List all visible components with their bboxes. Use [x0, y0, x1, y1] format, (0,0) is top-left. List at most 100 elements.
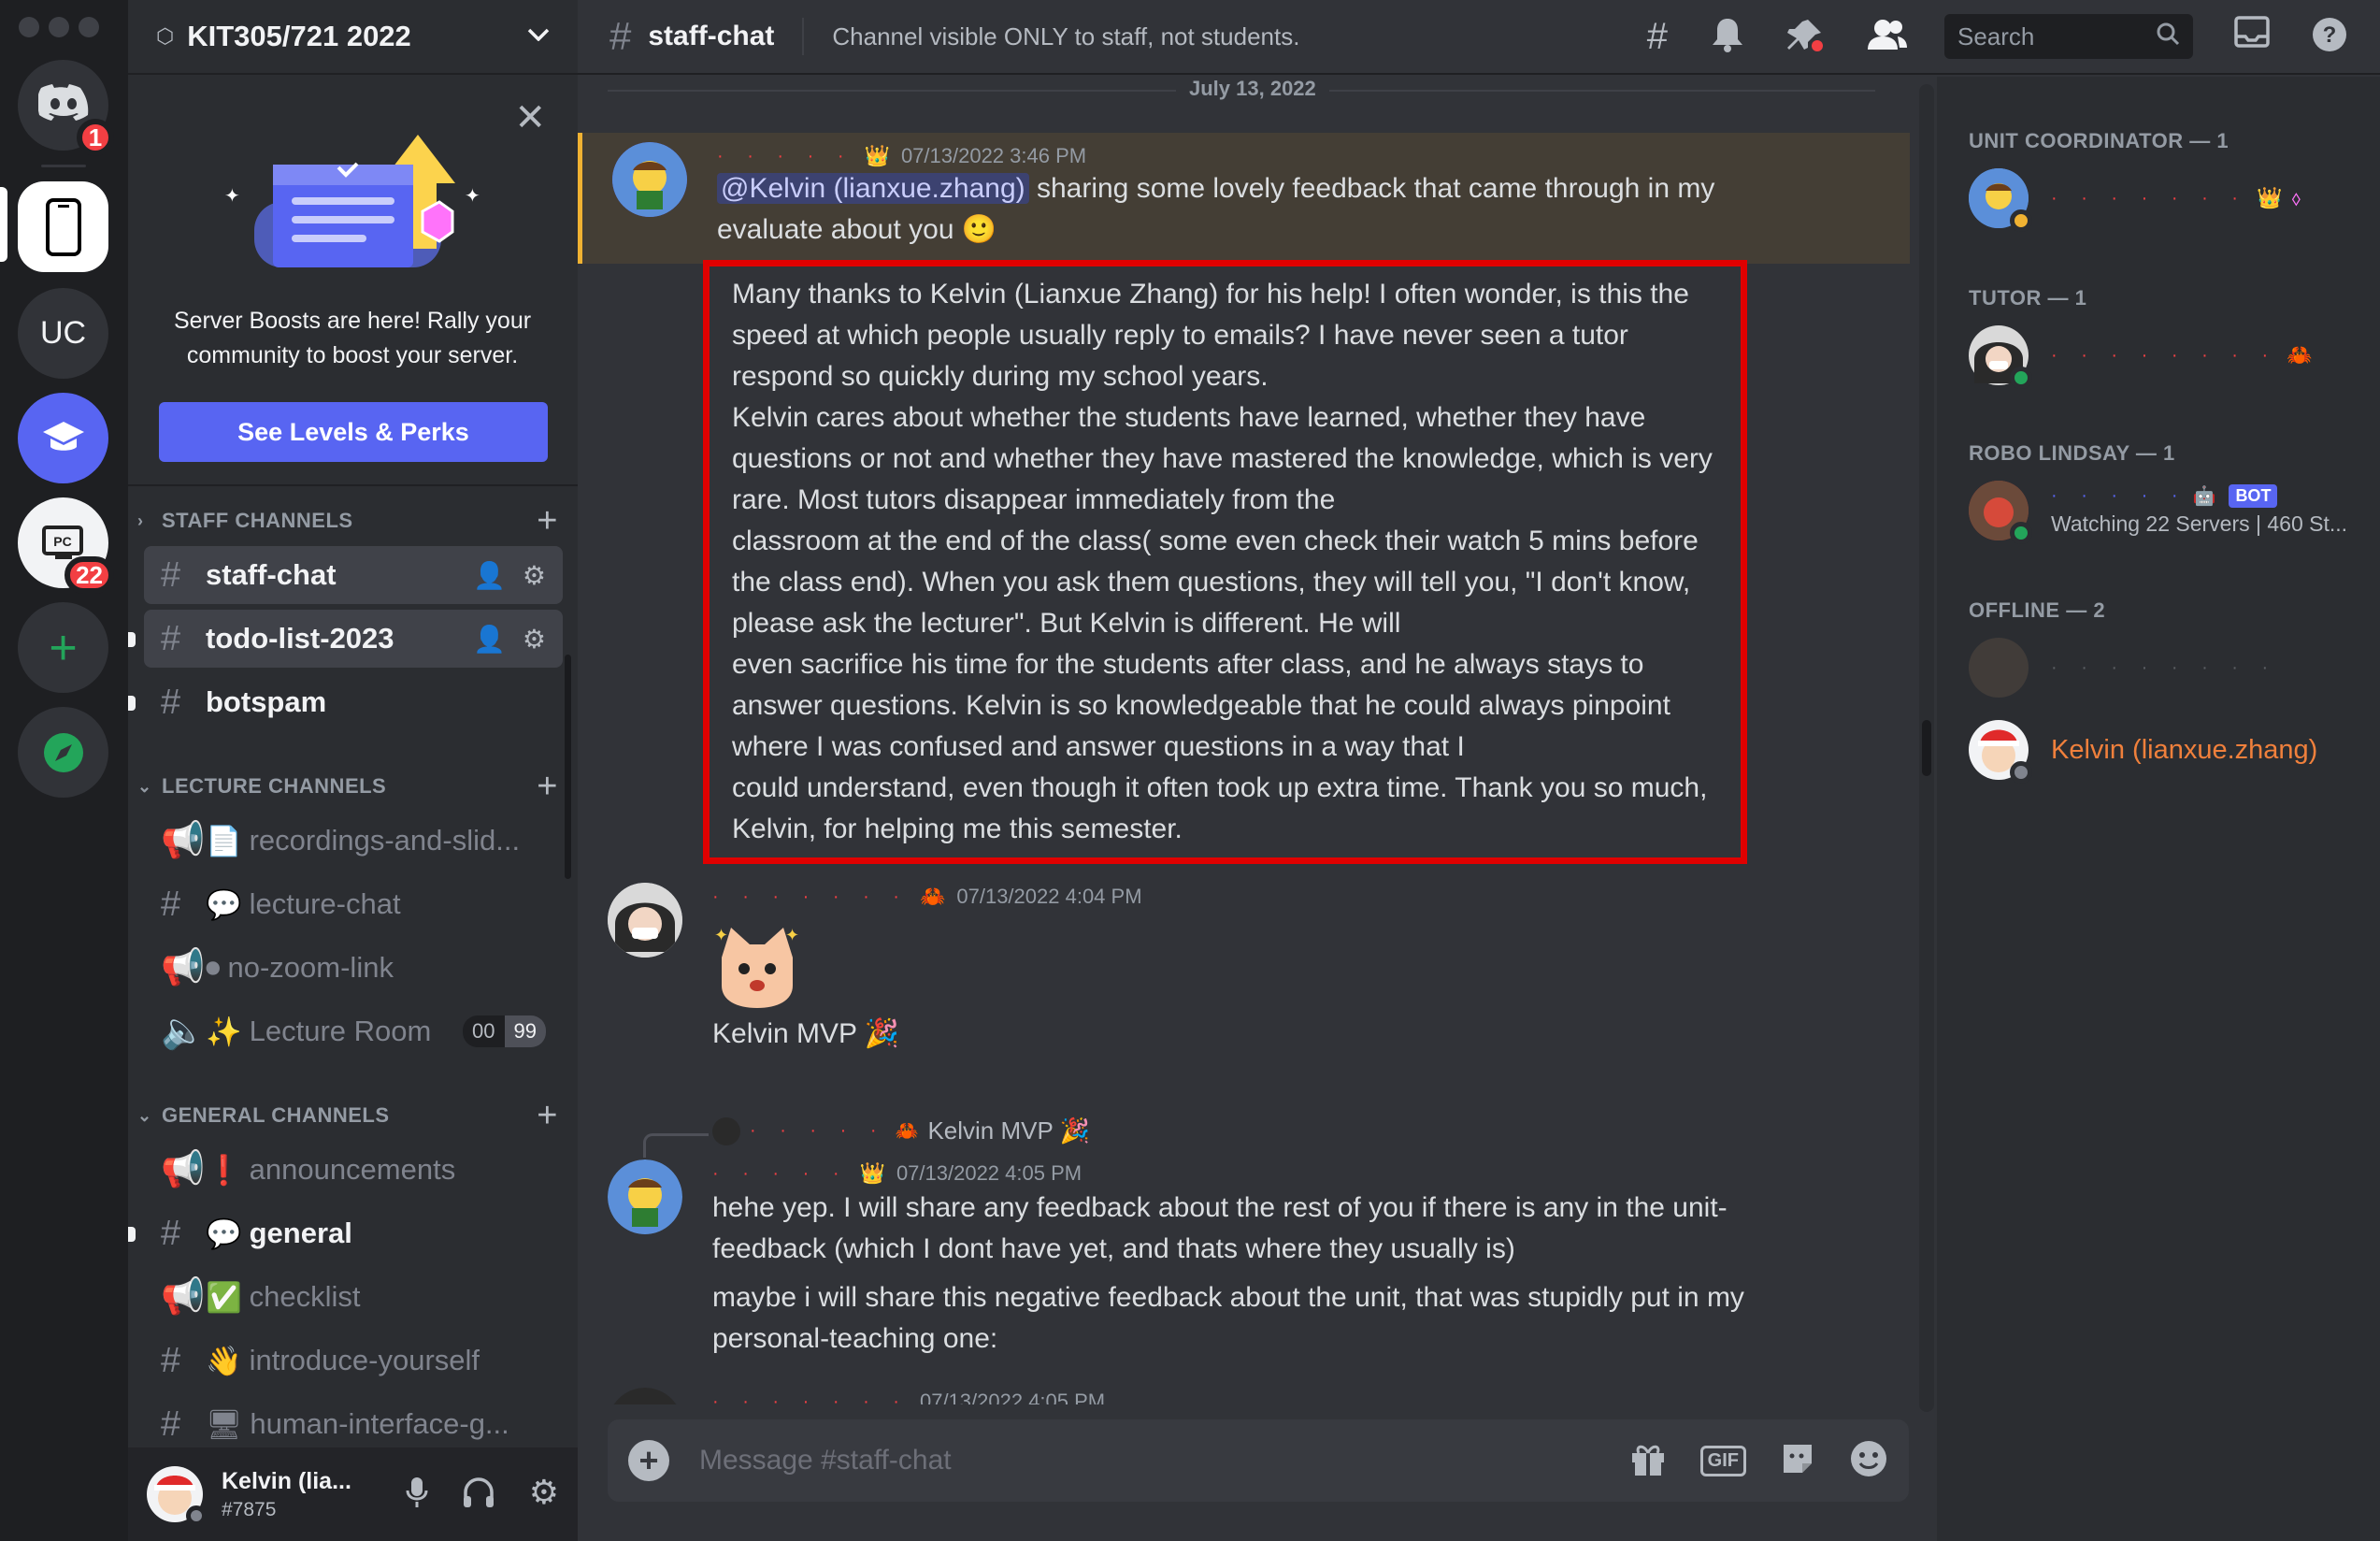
search-icon — [2156, 22, 2180, 52]
inbox-icon[interactable] — [2234, 15, 2270, 58]
avatar[interactable] — [608, 1159, 682, 1234]
close-icon[interactable]: ✕ — [514, 99, 546, 137]
notification-bell-icon[interactable] — [1711, 17, 1744, 57]
explore-servers-button[interactable] — [18, 707, 108, 798]
avatar[interactable] — [608, 883, 682, 958]
redacted-username: · · · · · · · — [712, 886, 909, 907]
message-composer[interactable]: + Message #staff-chat GIF — [608, 1419, 1909, 1502]
channel-human-interface[interactable]: # 🖥 human-interface-g... — [144, 1395, 563, 1453]
message-reply[interactable]: · · · · · 🦀 Kelvin MVP 🎉 · · · · · 👑 07/… — [578, 1096, 1910, 1404]
server-header[interactable]: ⬡ KIT305/721 2022 — [128, 0, 578, 75]
create-channel-plus-icon[interactable]: + — [537, 767, 558, 807]
crab-icon: 🦀 — [2287, 343, 2313, 367]
avatar[interactable] — [608, 1388, 682, 1404]
channel-botspam[interactable]: # botspam — [144, 673, 563, 731]
threads-icon[interactable]: # — [1647, 16, 1668, 58]
channel-topic[interactable]: Channel visible ONLY to staff, not stude… — [832, 22, 1646, 51]
create-channel-plus-icon[interactable]: + — [537, 1096, 558, 1136]
scrollbar-thumb[interactable] — [1922, 720, 1931, 776]
sidebar-scrollbar[interactable] — [565, 655, 571, 879]
boost-illustration: ✦ ✦ — [224, 135, 480, 267]
channel-staff-chat[interactable]: # staff-chat 👤 ⚙ — [144, 546, 563, 604]
message-mention[interactable]: · · · · · 👑 07/13/2022 3:46 PM @Kelvin (… — [578, 133, 1910, 264]
help-icon[interactable]: ? — [2311, 16, 2348, 58]
invite-member-icon[interactable]: 👤 — [473, 624, 506, 655]
redacted-username: · · · · · — [2051, 485, 2187, 506]
member-offline[interactable]: · · · · · · · · — [1969, 630, 2361, 705]
channel-lecture-chat[interactable]: # 💬 lecture-chat — [144, 875, 563, 933]
invite-member-icon[interactable]: 👤 — [473, 560, 506, 591]
direct-messages-button[interactable]: 1 — [18, 60, 114, 156]
settings-gear-icon[interactable]: ⚙ — [529, 1475, 559, 1514]
crab-icon: 🦀 — [919, 885, 946, 908]
window-zoom-dot[interactable] — [79, 17, 99, 37]
channel-sidebar: ⬡ KIT305/721 2022 ✕ ✦ ✦ Server Boosts ar… — [128, 0, 578, 1541]
status-idle-indicator — [2010, 209, 2032, 232]
search-input[interactable]: Search — [1944, 14, 2193, 59]
speech-bubble-icon: 💬 — [206, 1217, 242, 1250]
redacted-username: · · · · · — [750, 1120, 886, 1141]
channel-announcements[interactable]: 📢 ❗ announcements — [144, 1141, 563, 1199]
member-robo-lindsay-bot[interactable]: · · · · · 🤖 BOT Watching 22 Servers | 46… — [1969, 473, 2361, 548]
crown-icon: 👑 — [864, 144, 890, 167]
member-list-icon[interactable] — [1868, 18, 1907, 56]
pinned-messages-icon[interactable] — [1787, 16, 1825, 58]
channel-recordings-and-slides[interactable]: 📢 📄 recordings-and-slid... — [144, 812, 563, 870]
channel-no-zoom-link[interactable]: 📢 ⏺ no-zoom-link — [144, 939, 563, 997]
server-uc-icon[interactable]: UC — [18, 288, 108, 379]
avatar — [1969, 481, 2032, 544]
gift-icon[interactable] — [1629, 1440, 1667, 1482]
message-input-placeholder[interactable]: Message #staff-chat — [699, 1445, 1629, 1476]
reply-preview[interactable]: · · · · · 🦀 Kelvin MVP 🎉 — [712, 1116, 1090, 1145]
channel-label: introduce-yourself — [249, 1344, 480, 1376]
see-levels-perks-button[interactable]: See Levels & Perks — [159, 402, 548, 462]
member-tutor[interactable]: · · · · · · · · 🦀 — [1969, 318, 2361, 393]
create-channel-plus-icon[interactable]: + — [537, 501, 558, 541]
svg-text:✦: ✦ — [714, 926, 728, 945]
redacted-username: · · · · · · · — [712, 1390, 909, 1405]
channel-general[interactable]: # 💬 general — [144, 1204, 563, 1262]
avatar[interactable] — [147, 1466, 207, 1526]
computer-icon: 🖥 — [206, 1407, 243, 1441]
message-list[interactable]: July 13, 2022 · · · · · 👑 07/13/2022 3:4… — [578, 77, 1910, 1404]
attach-plus-button[interactable]: + — [628, 1440, 669, 1481]
emoji-picker-icon[interactable] — [1849, 1439, 1888, 1483]
window-close-dot[interactable] — [19, 17, 39, 37]
message-scrollbar[interactable] — [1919, 84, 1934, 1412]
channel-todo-list-2023[interactable]: # todo-list-2023 👤 ⚙ — [144, 610, 563, 668]
discord-logo-icon — [36, 84, 89, 126]
channel-label: todo-list-2023 — [206, 622, 394, 655]
sticker-icon[interactable] — [1780, 1441, 1815, 1481]
server-student-hub-icon[interactable] — [18, 393, 108, 483]
member-kelvin[interactable]: Kelvin (lianxue.zhang) — [1969, 713, 2361, 787]
member-unit-coordinator[interactable]: · · · · · · · 👑 ⬨ — [1969, 161, 2361, 236]
window-minimize-dot[interactable] — [49, 17, 69, 37]
category-lecture-channels[interactable]: ⌄ LECTURE CHANNELS + — [137, 767, 558, 807]
chevron-down-icon — [527, 28, 550, 46]
category-staff-channels[interactable]: › STAFF CHANNELS + — [137, 501, 558, 541]
message[interactable]: · · · · · · · 07/13/2022 4:05 PM — [578, 1384, 1910, 1404]
add-server-button[interactable]: + — [18, 602, 108, 693]
message[interactable]: · · · · · · · 🦀 07/13/2022 4:04 PM ✦ ✦ Ke… — [578, 873, 1910, 1098]
text-channel-hash-icon: # — [161, 682, 181, 722]
svg-text:PC: PC — [53, 534, 71, 549]
gear-icon[interactable]: ⚙ — [523, 624, 546, 655]
headphones-icon[interactable] — [462, 1476, 495, 1514]
robot-icon: 🤖 — [2192, 486, 2216, 507]
announcement-megaphone-icon: 📢 — [161, 821, 206, 860]
speech-bubble-icon: 💬 — [206, 887, 242, 921]
voice-channel-lecture-room[interactable]: 🔈 ✨ Lecture Room 00 99 — [144, 1002, 563, 1060]
category-general-channels[interactable]: ⌄ GENERAL CHANNELS + — [137, 1096, 558, 1136]
server-kit305-icon[interactable] — [18, 181, 108, 272]
gear-icon[interactable]: ⚙ — [523, 560, 546, 591]
member-group-tutor: TUTOR — 1 — [1969, 286, 2087, 310]
gif-button[interactable]: GIF — [1699, 1445, 1746, 1476]
server-progr-club-icon[interactable]: PC 22 — [18, 497, 114, 594]
redacted-username: · · · · · · · — [2051, 187, 2247, 209]
user-mention[interactable]: @Kelvin (lianxue.zhang) — [717, 173, 1029, 204]
microphone-icon[interactable] — [406, 1476, 428, 1514]
channel-introduce-yourself[interactable]: # 👋 introduce-yourself — [144, 1332, 563, 1390]
avatar[interactable] — [612, 142, 687, 217]
channel-checklist[interactable]: 📢 ✅ checklist — [144, 1268, 563, 1326]
crab-icon: 🦀 — [895, 1121, 919, 1142]
